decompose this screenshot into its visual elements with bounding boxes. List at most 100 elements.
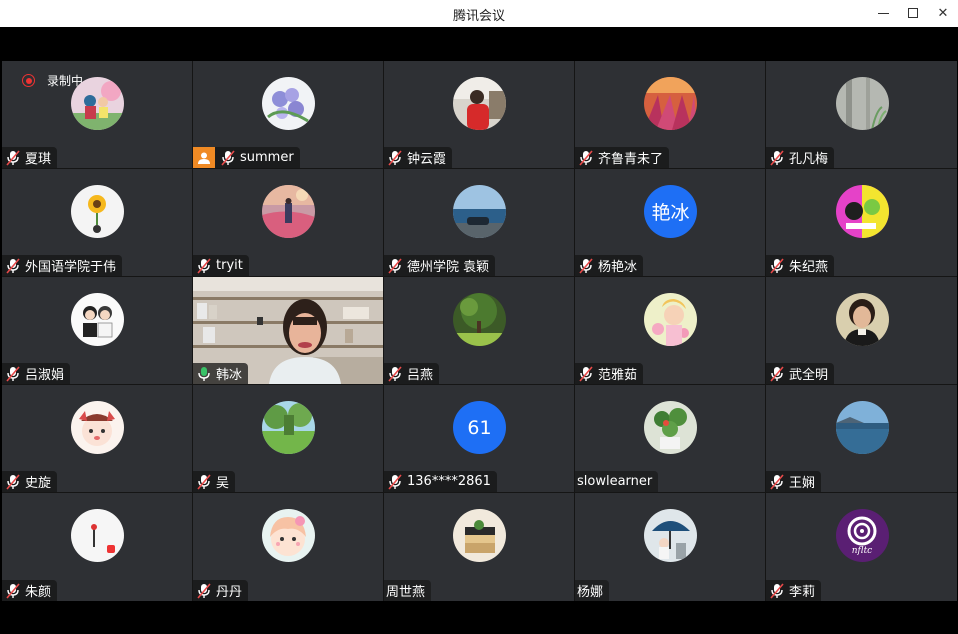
participant-tile[interactable]: 吕淑娟 (2, 277, 192, 384)
nameplate: 吴 (193, 471, 236, 492)
maximize-icon (908, 8, 918, 18)
mic-muted-icon (579, 149, 593, 166)
participant-tile[interactable]: 外国语学院于伟 (2, 169, 192, 276)
participant-tile[interactable]: 周世燕 (384, 493, 574, 601)
top-toolbar-area (0, 27, 958, 61)
participant-name: 韩冰 (216, 368, 243, 383)
participant-tile[interactable]: 杨娜 (575, 493, 765, 601)
mic-muted-icon (770, 257, 784, 274)
nameplate: 韩冰 (193, 363, 249, 384)
participant-tile[interactable]: nfltc 李莉 (766, 493, 957, 601)
avatar (71, 509, 124, 562)
avatar (644, 401, 697, 454)
participant-name: 朱颜 (25, 585, 52, 600)
participant-tile-video[interactable]: 韩冰 (193, 277, 383, 384)
mic-muted-icon (6, 149, 20, 166)
participant-name: slowlearner (577, 474, 653, 489)
avatar (453, 509, 506, 562)
avatar (71, 185, 124, 238)
window-title: 腾讯会议 (452, 9, 505, 24)
participant-tile[interactable]: 武全明 (766, 277, 957, 384)
nameplate: 孔凡梅 (766, 147, 835, 168)
participant-name: 丹丹 (216, 585, 243, 600)
record-icon (22, 74, 35, 87)
participant-tile[interactable]: 孔凡梅 (766, 61, 957, 168)
nameplate: 齐鲁青未了 (575, 147, 670, 168)
avatar (453, 77, 506, 130)
participant-tile[interactable]: 王娴 (766, 385, 957, 492)
participant-tile[interactable]: 艳冰 杨艳冰 (575, 169, 765, 276)
close-icon: ✕ (937, 5, 949, 21)
mic-muted-icon (197, 582, 211, 599)
participant-name: 朱纪燕 (789, 260, 829, 275)
participant-name: 齐鲁青未了 (598, 152, 664, 167)
nameplate: summer (193, 147, 300, 168)
participant-name: 外国语学院于伟 (25, 260, 117, 275)
mic-muted-icon (770, 473, 784, 490)
participant-tile[interactable]: 朱纪燕 (766, 169, 957, 276)
mic-muted-icon (388, 257, 402, 274)
participant-tile[interactable]: 钟云霞 (384, 61, 574, 168)
participant-name: 范雅茹 (598, 368, 638, 383)
mic-muted-icon (388, 473, 402, 490)
nameplate: 史旋 (2, 471, 58, 492)
minimize-icon (877, 12, 889, 14)
participant-tile[interactable]: 齐鲁青未了 (575, 61, 765, 168)
participant-tile[interactable]: 61 136****2861 (384, 385, 574, 492)
participant-tile[interactable]: 范雅茹 (575, 277, 765, 384)
participant-tile[interactable]: 丹丹 (193, 493, 383, 601)
participant-tile[interactable]: 吴 (193, 385, 383, 492)
mic-muted-icon (388, 149, 402, 166)
mic-muted-icon (770, 365, 784, 382)
participant-tile[interactable]: tryit (193, 169, 383, 276)
mic-muted-icon (770, 582, 784, 599)
nameplate: 丹丹 (193, 580, 249, 601)
avatar (71, 77, 124, 130)
mic-muted-icon (6, 257, 20, 274)
nameplate: 吕淑娟 (2, 363, 71, 384)
participant-name: 吕淑娟 (25, 368, 65, 383)
nameplate: 杨艳冰 (575, 255, 644, 276)
participant-name: 周世燕 (386, 585, 426, 600)
avatar (644, 509, 697, 562)
mic-muted-icon (579, 365, 593, 382)
participant-tile[interactable]: slowlearner (575, 385, 765, 492)
participant-name: 136****2861 (407, 474, 491, 489)
avatar (262, 77, 315, 130)
host-user-icon (198, 152, 210, 164)
avatar (835, 401, 889, 454)
participant-tile[interactable]: summer (193, 61, 383, 168)
host-badge (193, 147, 215, 168)
maximize-button[interactable] (902, 3, 924, 23)
nameplate: 王娴 (766, 471, 822, 492)
avatar (644, 77, 697, 130)
participant-name: 李莉 (789, 585, 816, 600)
nameplate: 外国语学院于伟 (2, 255, 123, 276)
bottom-toolbar-area (0, 601, 958, 634)
avatar-initials: 艳冰 (644, 185, 697, 238)
nameplate: 德州学院 袁颖 (384, 255, 496, 276)
participant-tile[interactable]: 吕燕 (384, 277, 574, 384)
nameplate: 武全明 (766, 363, 835, 384)
participant-name: 武全明 (789, 368, 829, 383)
nameplate: 夏琪 (2, 147, 58, 168)
avatar (644, 293, 697, 346)
avatar (262, 185, 315, 238)
participant-tile[interactable]: 录制中 夏琪 (2, 61, 192, 168)
mic-muted-icon (6, 473, 20, 490)
participant-tile[interactable]: 史旋 (2, 385, 192, 492)
mic-muted-icon (6, 582, 20, 599)
nameplate: 136****2861 (384, 471, 497, 492)
mic-muted-icon (197, 257, 211, 274)
mic-muted-icon (388, 365, 402, 382)
nameplate: 吕燕 (384, 363, 440, 384)
nameplate: 钟云霞 (384, 147, 453, 168)
close-button[interactable]: ✕ (932, 3, 954, 23)
nameplate: 杨娜 (575, 580, 610, 601)
nameplate: 周世燕 (384, 580, 432, 601)
mic-muted-icon (197, 473, 211, 490)
avatar (262, 509, 315, 562)
participant-tile[interactable]: 德州学院 袁颖 (384, 169, 574, 276)
minimize-button[interactable] (872, 3, 894, 23)
participant-tile[interactable]: 朱颜 (2, 493, 192, 601)
